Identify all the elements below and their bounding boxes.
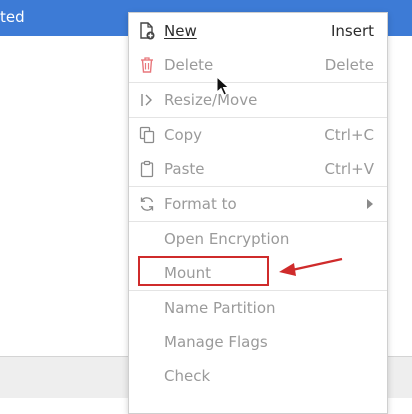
- annotation-arrow-icon: [279, 257, 343, 276]
- mouse-cursor-icon: [216, 76, 230, 96]
